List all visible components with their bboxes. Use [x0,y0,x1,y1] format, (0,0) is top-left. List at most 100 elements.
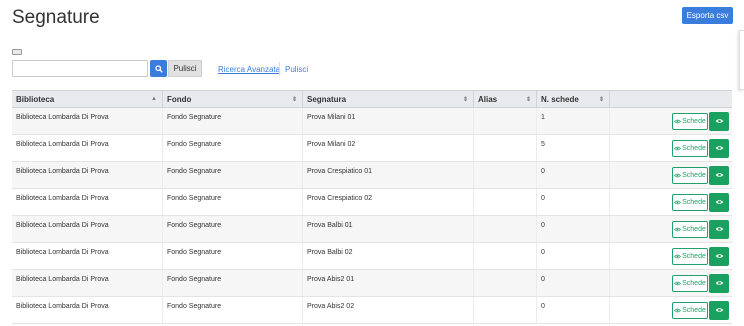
cell-fondo: Fondo Segnature [163,135,303,161]
cell-n-schede: 0 [537,270,610,296]
view-button[interactable] [709,273,729,293]
search-button[interactable] [150,60,167,77]
view-button[interactable] [709,111,729,131]
eye-icon [674,200,682,204]
view-button[interactable] [709,192,729,212]
column-header-segnatura[interactable]: Segnatura ⇕ [303,91,474,107]
sort-icon: ⇕ [462,97,468,103]
sort-icon: ⇕ [291,97,297,103]
cell-alias [474,297,537,323]
table-body: Biblioteca Lombarda Di Prova Fondo Segnat… [12,108,732,324]
eye-icon [715,146,723,150]
eye-icon [674,281,682,285]
eye-icon [715,119,723,123]
cell-alias [474,108,537,134]
cell-biblioteca: Biblioteca Lombarda Di Prova [12,135,163,161]
cell-biblioteca: Biblioteca Lombarda Di Prova [12,216,163,242]
eye-icon [715,200,723,204]
eye-icon [715,281,723,285]
view-button[interactable] [709,138,729,158]
cell-n-schede: 0 [537,297,610,323]
view-button[interactable] [709,165,729,185]
sort-icon: ⇕ [598,97,604,103]
eye-icon [674,308,682,312]
table-row: Biblioteca Lombarda Di Prova Fondo Segnat… [12,135,732,162]
link-divider [279,62,280,75]
schede-button[interactable]: Schede [672,220,708,238]
results-table: Biblioteca ▲ Fondo ⇕ Segnatura ⇕ Alias ⇕ N. … [12,90,732,324]
column-header-alias[interactable]: Alias ⇕ [474,91,537,107]
row-actions: Schede [610,270,732,296]
cell-segnatura: Prova Milani 02 [303,135,474,161]
view-button[interactable] [709,219,729,239]
schede-label: Schede [682,306,706,314]
column-header-fondo[interactable]: Fondo ⇕ [163,91,303,107]
eye-icon [715,173,723,177]
table-row: Biblioteca Lombarda Di Prova Fondo Segnat… [12,162,732,189]
cell-segnatura: Prova Crespiatico 01 [303,162,474,188]
schede-button[interactable]: Schede [672,166,708,184]
cell-biblioteca: Biblioteca Lombarda Di Prova [12,243,163,269]
advanced-search-link[interactable]: Ricerca Avanzata [218,65,280,74]
cell-n-schede: 0 [537,243,610,269]
column-header-n-schede[interactable]: N. schede ⇕ [537,91,610,107]
schede-button[interactable]: Schede [672,301,708,319]
cell-biblioteca: Biblioteca Lombarda Di Prova [12,189,163,215]
export-csv-button[interactable]: Esporta csv [682,7,733,24]
cell-fondo: Fondo Segnature [163,243,303,269]
schede-button[interactable]: Schede [672,247,708,265]
schede-button[interactable]: Schede [672,112,708,130]
schede-label: Schede [682,117,706,125]
cell-biblioteca: Biblioteca Lombarda Di Prova [12,108,163,134]
table-row: Biblioteca Lombarda Di Prova Fondo Segnat… [12,216,732,243]
cell-segnatura: Prova Crespiatico 02 [303,189,474,215]
schede-button[interactable]: Schede [672,139,708,157]
eye-icon [674,119,682,123]
clear-button[interactable]: Pulisci [168,60,202,77]
schede-label: Schede [682,198,706,206]
eye-icon [715,227,723,231]
cell-fondo: Fondo Segnature [163,162,303,188]
cell-fondo: Fondo Segnature [163,297,303,323]
row-actions: Schede [610,108,732,134]
schede-button[interactable]: Schede [672,274,708,292]
view-button[interactable] [709,300,729,320]
column-header-biblioteca[interactable]: Biblioteca ▲ [12,91,163,107]
eye-icon [715,308,723,312]
side-panel-edge[interactable] [739,30,744,90]
cell-biblioteca: Biblioteca Lombarda Di Prova [12,297,163,323]
eye-icon [715,254,723,258]
cell-alias [474,216,537,242]
row-actions: Schede [610,243,732,269]
cell-fondo: Fondo Segnature [163,270,303,296]
schede-label: Schede [682,144,706,152]
cell-segnatura: Prova Abis2 01 [303,270,474,296]
cell-segnatura: Prova Balbi 02 [303,243,474,269]
table-row: Biblioteca Lombarda Di Prova Fondo Segnat… [12,108,732,135]
column-header-actions [610,91,732,107]
schede-button[interactable]: Schede [672,193,708,211]
cell-fondo: Fondo Segnature [163,108,303,134]
search-icon [154,64,163,73]
search-input[interactable] [12,60,148,77]
page-title: Segnature [12,7,100,28]
cell-n-schede: 0 [537,216,610,242]
view-button[interactable] [709,246,729,266]
row-actions: Schede [610,216,732,242]
schede-label: Schede [682,225,706,233]
cell-alias [474,270,537,296]
eye-icon [674,254,682,258]
cell-alias [474,243,537,269]
cell-fondo: Fondo Segnature [163,189,303,215]
row-actions: Schede [610,189,732,215]
table-header: Biblioteca ▲ Fondo ⇕ Segnatura ⇕ Alias ⇕ N. … [12,90,732,108]
keyboard-icon[interactable] [12,49,22,55]
clear-link[interactable]: Pulisci [285,65,308,74]
cell-n-schede: 0 [537,162,610,188]
cell-n-schede: 5 [537,135,610,161]
cell-biblioteca: Biblioteca Lombarda Di Prova [12,162,163,188]
row-actions: Schede [610,135,732,161]
row-actions: Schede [610,162,732,188]
cell-alias [474,135,537,161]
eye-icon [674,173,682,177]
